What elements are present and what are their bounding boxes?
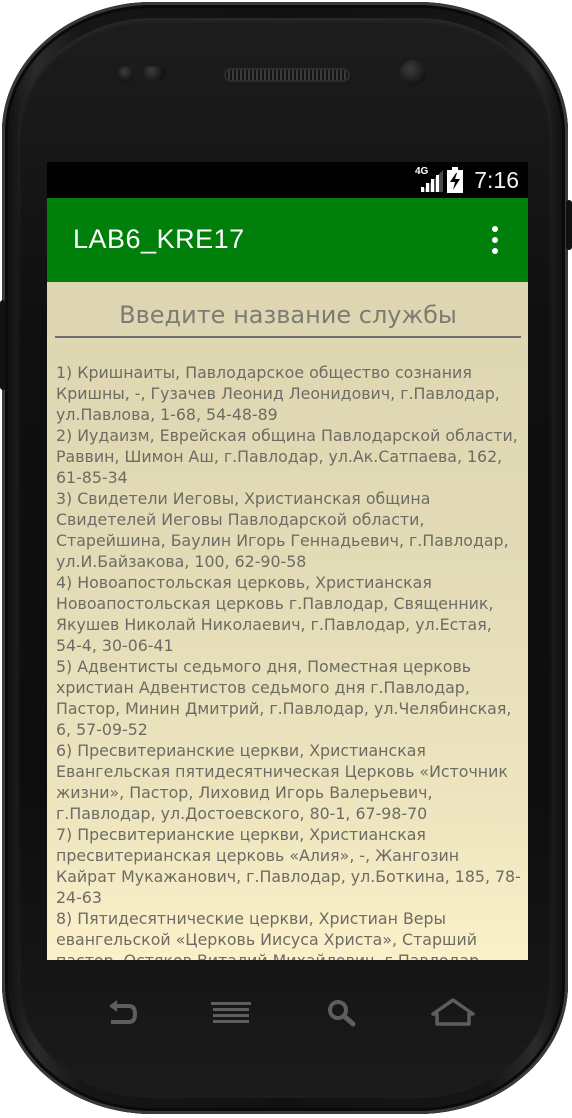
back-button[interactable] <box>95 990 155 1040</box>
back-icon <box>109 1000 137 1024</box>
volume-button <box>0 300 6 390</box>
power-button <box>566 200 572 250</box>
list-item[interactable]: 6) Пресвитерианские церкви, Христианская… <box>56 740 522 824</box>
status-bar: 4G 7:16 <box>47 162 528 198</box>
search-icon <box>328 1000 356 1027</box>
signal-bars-icon <box>421 170 443 192</box>
home-icon <box>431 998 475 1026</box>
earpiece-speaker <box>224 68 350 82</box>
light-sensor-icon <box>142 66 166 80</box>
home-button[interactable] <box>423 990 483 1040</box>
service-search-input[interactable] <box>55 294 521 338</box>
navigation-bar <box>47 990 528 1040</box>
front-camera-icon <box>400 60 426 86</box>
records-list[interactable]: 1) Кришнаиты, Павлодарское общество созн… <box>56 362 522 960</box>
list-item[interactable]: 4) Новоапостольская церковь, Христианска… <box>56 572 522 656</box>
list-item[interactable]: 8) Пятидесятнические церкви, Христиан Ве… <box>56 908 522 960</box>
search-button[interactable] <box>313 990 373 1040</box>
app-title: LAB6_KRE17 <box>73 224 245 254</box>
proximity-sensor-icon <box>118 66 134 82</box>
list-item[interactable]: 7) Пресвитерианские церкви, Христианская… <box>56 824 522 908</box>
menu-icon <box>211 1002 251 1023</box>
list-item[interactable]: 3) Свидетели Иеговы, Христианская община… <box>56 488 522 572</box>
status-time: 7:16 <box>474 167 519 193</box>
list-item[interactable]: 1) Кришнаиты, Павлодарское общество созн… <box>56 362 522 425</box>
device-screen: 4G 7:16 LAB6_KRE17 1) Кришнаиты, Павлода… <box>47 162 528 960</box>
menu-button[interactable] <box>203 990 263 1040</box>
list-item[interactable]: 5) Адвентисты седьмого дня, Поместная це… <box>56 656 522 740</box>
battery-charging-icon <box>447 167 463 193</box>
action-bar: LAB6_KRE17 <box>47 198 528 282</box>
list-item[interactable]: 2) Иудаизм, Еврейская община Павлодарско… <box>56 425 522 488</box>
content-area: 1) Кришнаиты, Павлодарское общество созн… <box>47 282 528 960</box>
overflow-menu-icon[interactable] <box>492 226 500 254</box>
